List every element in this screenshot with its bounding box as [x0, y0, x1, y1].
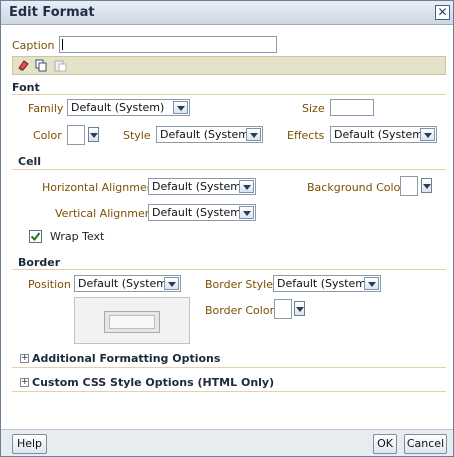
expand-plus-icon[interactable]: + — [20, 378, 29, 387]
background-color-label: Background Color — [307, 181, 405, 194]
cancel-button[interactable]: Cancel — [404, 434, 447, 454]
ok-button[interactable]: OK — [373, 434, 397, 454]
border-preview[interactable] — [74, 297, 190, 344]
close-icon[interactable]: ✕ — [435, 5, 450, 20]
font-color-swatch[interactable] — [67, 125, 85, 145]
border-style-label: Border Style — [205, 278, 274, 291]
custom-css-toggle[interactable]: Custom CSS Style Options (HTML Only) — [32, 376, 274, 389]
border-section-title: Border — [18, 256, 61, 269]
font-style-label: Style — [123, 129, 151, 142]
horizontal-alignment-select[interactable]: Default (System) — [148, 178, 256, 195]
border-preview-inner-box — [109, 315, 155, 329]
border-color-label: Border Color — [205, 304, 275, 317]
css-divider — [12, 391, 446, 392]
font-effects-label: Effects — [287, 129, 325, 142]
horizontal-alignment-value: Default (System) — [152, 180, 246, 193]
border-color-picker-button[interactable] — [294, 301, 305, 316]
font-effects-select[interactable]: Default (System) — [330, 126, 437, 143]
border-divider — [12, 269, 446, 270]
chevron-down-icon — [246, 128, 261, 141]
help-button[interactable]: Help — [12, 434, 47, 454]
additional-formatting-toggle[interactable]: Additional Formatting Options — [32, 352, 220, 365]
cell-section-title: Cell — [18, 155, 42, 168]
eraser-icon[interactable] — [17, 59, 30, 72]
border-style-value: Default (System) — [277, 277, 371, 290]
vertical-alignment-select[interactable]: Default (System) — [148, 204, 256, 221]
background-color-swatch[interactable] — [400, 176, 418, 196]
copy-icon[interactable] — [35, 59, 48, 72]
background-color-picker-button[interactable] — [421, 178, 432, 193]
font-family-value: Default (System) — [71, 101, 165, 114]
dialog-title: Edit Format — [9, 5, 95, 20]
chevron-down-icon — [239, 180, 254, 193]
chevron-down-icon — [173, 101, 188, 114]
border-color-swatch[interactable] — [274, 299, 292, 319]
dialog-footer: Help OK Cancel — [1, 429, 453, 456]
border-position-select[interactable]: Default (System) — [74, 275, 181, 292]
paste-icon[interactable] — [54, 59, 67, 72]
border-position-value: Default (System) — [78, 277, 172, 290]
font-family-select[interactable]: Default (System) — [67, 99, 190, 116]
wrap-text-label: Wrap Text — [50, 230, 105, 243]
caption-input[interactable] — [59, 36, 277, 53]
font-color-picker-button[interactable] — [88, 127, 99, 142]
font-effects-value: Default (System) — [334, 128, 428, 141]
vertical-alignment-label: Vertical Alignment — [55, 207, 157, 220]
font-section-title: Font — [12, 81, 40, 94]
text-cursor — [62, 39, 63, 50]
title-bar: Edit Format ✕ — [1, 1, 453, 25]
cell-divider — [12, 169, 446, 170]
border-style-select[interactable]: Default (System) — [273, 275, 381, 292]
chevron-down-icon — [239, 206, 254, 219]
chevron-down-icon — [364, 277, 379, 290]
expand-plus-icon[interactable]: + — [20, 354, 29, 363]
checkmark-icon — [30, 232, 41, 242]
caption-toolbar — [12, 56, 446, 75]
font-color-label: Color — [33, 129, 62, 142]
border-preview-outer-box — [104, 311, 160, 333]
additional-divider — [12, 367, 446, 368]
font-size-label: Size — [302, 102, 325, 115]
chevron-down-icon — [420, 128, 435, 141]
edit-format-dialog: Edit Format ✕ Caption Font Family Defaul… — [0, 0, 454, 457]
font-size-input[interactable] — [330, 99, 374, 116]
wrap-text-checkbox[interactable] — [29, 230, 42, 243]
caption-label: Caption — [12, 39, 55, 52]
chevron-down-icon — [164, 277, 179, 290]
font-family-label: Family — [28, 102, 64, 115]
vertical-alignment-value: Default (System) — [152, 206, 246, 219]
font-style-value: Default (System) — [160, 128, 254, 141]
border-position-label: Position — [28, 278, 71, 291]
horizontal-alignment-label: Horizontal Alignment — [42, 181, 159, 194]
font-style-select[interactable]: Default (System) — [156, 126, 263, 143]
font-divider — [12, 94, 446, 95]
